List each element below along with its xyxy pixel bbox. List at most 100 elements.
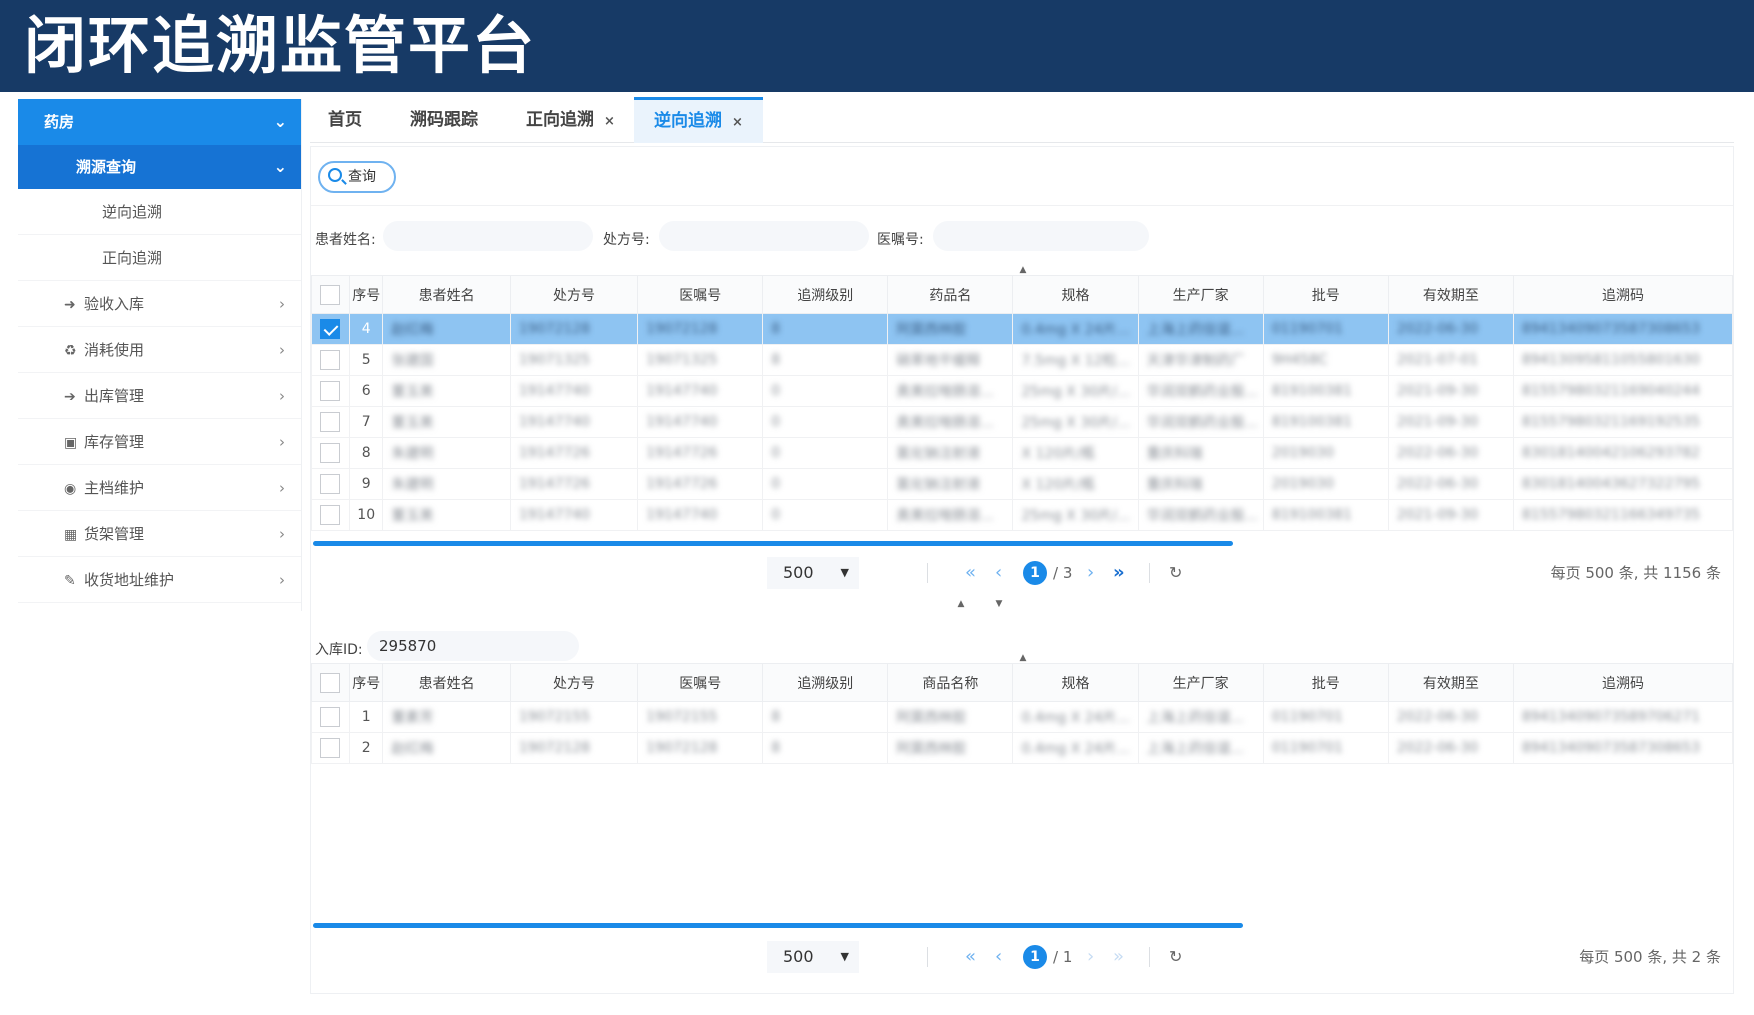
row-checkbox[interactable] (320, 350, 341, 370)
table-row[interactable]: 10 董玉美 19147740 19147740 0 奥美拉唑肠溶... 25mg X 30… (311, 499, 1734, 531)
current-page[interactable]: 1 (1023, 945, 1047, 969)
horizontal-scrollbar[interactable] (313, 541, 1233, 546)
column-header[interactable]: 医嘱号 (637, 663, 764, 702)
sidebar-item-outbound[interactable]: ➔ 出库管理 › (18, 373, 301, 419)
row-checkbox[interactable] (320, 381, 341, 401)
table-row[interactable]: 9 朱建明 19147726 19147726 0 氯化钠注射液 X 120片/瓶 重庆科瑞 2… (311, 468, 1734, 500)
prescription-no-label: 处方号: (603, 232, 650, 248)
sidebar-item-consumption[interactable]: ♻ 消耗使用 › (18, 327, 301, 373)
prev-page-icon[interactable]: ‹ (995, 551, 1002, 595)
row-checkbox-cell[interactable] (311, 344, 350, 376)
row-checkbox[interactable] (320, 319, 341, 339)
sidebar-item-shelf[interactable]: ▦ 货架管理 › (18, 511, 301, 557)
close-icon[interactable]: × (732, 115, 743, 130)
collapse-down-icon[interactable]: ▼ (979, 599, 1019, 609)
column-header[interactable]: 追溯码 (1512, 275, 1734, 314)
row-checkbox[interactable] (320, 738, 341, 758)
table-cell: 天津华津制药厂 (1137, 344, 1264, 376)
first-page-icon[interactable]: « (965, 551, 976, 595)
tab-reverse-trace[interactable]: 逆向追溯 × (634, 97, 763, 143)
column-header[interactable]: 患者姓名 (382, 275, 511, 314)
prev-page-icon[interactable]: ‹ (995, 935, 1002, 979)
column-header[interactable]: 商品名称 (887, 663, 1014, 702)
page-size-select[interactable]: 500 ▼ (767, 941, 859, 973)
row-checkbox-cell[interactable] (311, 437, 350, 469)
next-page-icon[interactable]: › (1087, 935, 1094, 979)
column-header[interactable]: 生产厂家 (1137, 663, 1264, 702)
row-checkbox[interactable] (320, 412, 341, 432)
inbound-id-input[interactable]: 295870 (367, 631, 579, 661)
header-checkbox[interactable] (311, 663, 350, 702)
query-button[interactable]: 查询 (318, 161, 396, 193)
row-checkbox-cell[interactable] (311, 406, 350, 438)
sidebar-subgroup-trace-query[interactable]: 溯源查询 ⌄ (18, 145, 301, 189)
sidebar-item-forward-trace[interactable]: 正向追溯 (18, 235, 301, 281)
table-row[interactable]: 2 赵红梅 19072128 19072128 8 阿莫西林胶 0.4mg X 24片...… (311, 732, 1734, 764)
column-header[interactable]: 规格 (1012, 275, 1139, 314)
prescription-no-input[interactable] (659, 221, 869, 251)
row-checkbox[interactable] (320, 505, 341, 525)
tab-forward-trace[interactable]: 正向追溯 × (526, 97, 615, 143)
row-checkbox-cell[interactable] (311, 468, 350, 500)
first-page-icon[interactable]: « (965, 935, 976, 979)
row-checkbox-cell[interactable] (311, 375, 350, 407)
order-no-input[interactable] (933, 221, 1149, 251)
collapse-up-icon[interactable]: ▲ (1003, 265, 1043, 275)
page-size-select[interactable]: 500 ▼ (767, 557, 859, 589)
refresh-icon[interactable]: ↻ (1169, 551, 1182, 595)
table-row[interactable]: 6 董玉美 19147740 19147740 0 奥美拉唑肠溶... 25mg X 30片… (311, 375, 1734, 407)
column-header[interactable]: 患者姓名 (382, 663, 511, 702)
sidebar-group-pharmacy[interactable]: 药房 ⌄ (18, 99, 301, 145)
column-header[interactable]: 医嘱号 (637, 275, 764, 314)
table-row[interactable]: 5 张建国 19071325 19071325 8 硝苯地平缓释 7.5mg X 12粒..… (311, 344, 1734, 376)
next-page-icon[interactable]: › (1087, 551, 1094, 595)
row-checkbox[interactable] (320, 443, 341, 463)
column-header[interactable]: 追溯级别 (762, 663, 889, 702)
column-header[interactable]: 有效期至 (1387, 275, 1514, 314)
collapse-up-icon[interactable]: ▲ (1003, 653, 1043, 663)
row-checkbox-cell[interactable] (311, 701, 350, 733)
tab-home[interactable]: 首页 (328, 97, 362, 143)
table-cell: 2021-09-30 (1387, 375, 1514, 407)
table-row[interactable]: 1 董素芳 19072155 19072155 8 阿莫西林胶 0.4mg X 24片...… (311, 701, 1734, 733)
sidebar-item-address[interactable]: ✎ 收货地址维护 › (18, 557, 301, 603)
close-icon[interactable]: × (604, 114, 615, 129)
sidebar-item-receiving[interactable]: ➜ 验收入库 › (18, 281, 301, 327)
last-page-icon[interactable]: » (1113, 551, 1125, 595)
refresh-icon[interactable]: ↻ (1169, 935, 1182, 979)
sidebar-item-inventory[interactable]: ▣ 库存管理 › (18, 419, 301, 465)
table-row[interactable]: 7 董玉美 19147740 19147740 0 奥美拉唑肠溶... 25mg X 30片… (311, 406, 1734, 438)
last-page-icon[interactable]: » (1113, 935, 1124, 979)
select-all-checkbox[interactable] (320, 284, 341, 305)
column-header[interactable]: 有效期至 (1387, 663, 1514, 702)
patient-name-input[interactable] (383, 221, 593, 251)
header-checkbox[interactable] (311, 275, 350, 314)
column-header[interactable]: 规格 (1012, 663, 1139, 702)
column-header[interactable]: 序号 (348, 275, 384, 314)
row-checkbox-cell[interactable] (311, 499, 350, 531)
row-checkbox[interactable] (320, 707, 341, 727)
table-row[interactable]: 8 朱建明 19147726 19147726 0 氯化钠注射液 X 120片/瓶 重庆科瑞 2… (311, 437, 1734, 469)
row-checkbox-cell[interactable] (311, 732, 350, 764)
column-header[interactable]: 处方号 (509, 663, 639, 702)
column-header[interactable]: 追溯码 (1512, 663, 1734, 702)
row-checkbox[interactable] (320, 474, 341, 494)
column-header[interactable]: 批号 (1262, 275, 1389, 314)
current-page[interactable]: 1 (1023, 561, 1047, 585)
sidebar-item-reverse-trace[interactable]: 逆向追溯 (18, 189, 301, 235)
column-header[interactable]: 处方号 (509, 275, 639, 314)
select-all-checkbox[interactable] (320, 672, 341, 693)
top-banner: 闭环追溯监管平台 (0, 0, 1754, 92)
column-header[interactable]: 药品名 (887, 275, 1014, 314)
tab-code-tracking[interactable]: 溯码跟踪 (410, 97, 478, 143)
collapse-up-icon[interactable]: ▲ (941, 599, 981, 609)
horizontal-scrollbar[interactable] (313, 923, 1243, 928)
column-header[interactable]: 生产厂家 (1137, 275, 1264, 314)
table-row[interactable]: 4 赵红梅 19072128 19072128 8 阿莫西林胶 0.4mg X 24片...… (311, 313, 1734, 345)
sidebar-item-master-data[interactable]: ◉ 主档维护 › (18, 465, 301, 511)
row-checkbox-cell[interactable] (311, 313, 350, 345)
column-header[interactable]: 批号 (1262, 663, 1389, 702)
column-header[interactable]: 追溯级别 (762, 275, 889, 314)
column-header[interactable]: 序号 (348, 663, 384, 702)
table-cell: 83018140043627322795 (1512, 468, 1734, 500)
